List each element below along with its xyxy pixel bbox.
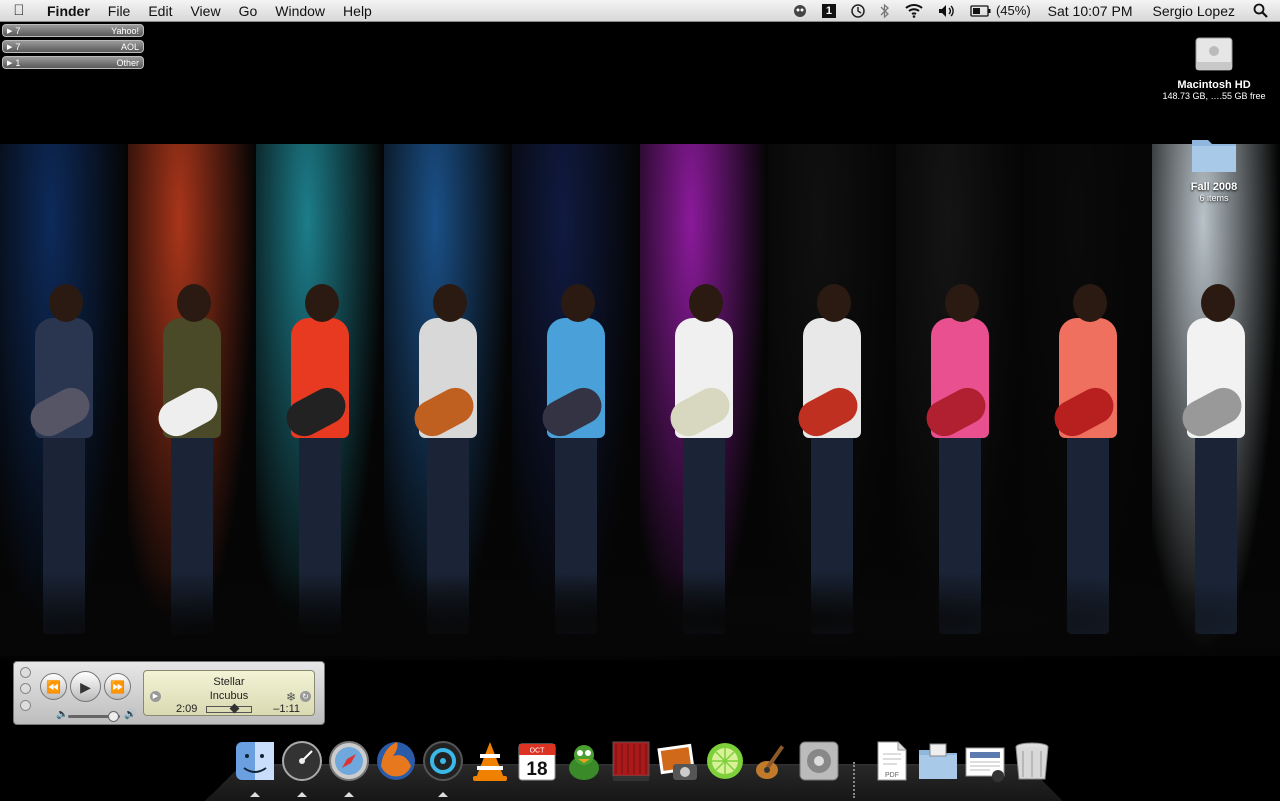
applications-folder-icon[interactable] [915, 738, 961, 784]
rewind-button[interactable]: ⏪ [40, 673, 67, 700]
battery-icon[interactable]: (45%) [963, 0, 1038, 22]
volume-low-icon: 🔈 [56, 709, 69, 720]
spaces-icon[interactable]: 1 [815, 3, 843, 18]
menu-window[interactable]: Window [266, 0, 334, 22]
itunes-mini-player[interactable]: ⏪ ▶ ⏩ 🔈 🔊 ▶ Stellar Incubus ❄ ↻ 2:09 –1:… [13, 661, 325, 725]
front-row-icon[interactable] [608, 738, 654, 784]
folder-icon [1192, 140, 1236, 172]
safari-icon[interactable] [326, 738, 372, 784]
menubar-clock[interactable]: Sat 10:07 PM [1038, 0, 1143, 22]
genius-icon[interactable]: ❄ [286, 690, 296, 704]
volume-high-icon: 🔊 [124, 709, 137, 720]
menubar:  Finder File Edit View Go Window Help 1… [0, 0, 1280, 22]
repeat-icon[interactable]: ↻ [300, 691, 311, 702]
desktop-icon-label: Macintosh HD [1177, 79, 1251, 91]
disclosure-triangle-icon: ▶ [7, 43, 13, 51]
system-preferences-icon[interactable] [796, 738, 842, 784]
mail-account-name: Yahoo! [111, 25, 139, 36]
spotlight-icon[interactable] [1245, 3, 1280, 18]
mail-count: 1 [15, 57, 21, 68]
fast-forward-button[interactable]: ⏩ [104, 673, 131, 700]
garageband-icon[interactable] [749, 738, 795, 784]
menu-view[interactable]: View [181, 0, 229, 22]
desktop-icon-info: 6 items [1199, 193, 1229, 203]
volume-knob[interactable] [108, 711, 120, 722]
desktop-icon-fall-2008[interactable]: Fall 2008 6 items [1150, 132, 1278, 203]
running-indicator [250, 792, 260, 797]
limewire-icon[interactable] [702, 738, 748, 784]
bluetooth-icon[interactable] [873, 3, 897, 19]
adium-icon[interactable] [561, 738, 607, 784]
apple-icon[interactable]:  [0, 2, 38, 19]
minimize-dot-icon[interactable] [20, 683, 31, 694]
menu-finder[interactable]: Finder [38, 0, 99, 22]
mail-account-yahoo[interactable]: ▶ 7 Yahoo! [2, 24, 144, 37]
menu-go[interactable]: Go [230, 0, 267, 22]
finder-icon[interactable] [232, 738, 278, 784]
desktop-icon-macintosh-hd[interactable]: Macintosh HD 148.73 GB, ….55 GB free [1150, 32, 1278, 101]
desktop-icon-label: Fall 2008 [1190, 181, 1238, 193]
disclosure-triangle-icon: ▶ [7, 27, 13, 35]
mail-account-name: AOL [120, 41, 139, 52]
pdf-document-icon[interactable]: PDF [868, 738, 914, 784]
volume-icon[interactable] [931, 4, 963, 18]
remaining-time: –1:11 [273, 703, 300, 715]
iphoto-icon[interactable] [655, 738, 701, 784]
menu-help[interactable]: Help [334, 0, 381, 22]
zoom-dot-icon[interactable] [20, 700, 31, 711]
progress-bar[interactable] [206, 703, 252, 714]
itunes-icon[interactable] [420, 738, 466, 784]
menu-file[interactable]: File [99, 0, 140, 22]
mail-count: 7 [15, 41, 21, 52]
adium-duck-icon[interactable] [785, 3, 815, 19]
running-indicator [297, 792, 307, 797]
spaces-number: 1 [821, 3, 836, 18]
dashboard-icon[interactable] [279, 738, 325, 784]
svg-text:PDF: PDF [885, 772, 899, 779]
close-dot-icon[interactable] [20, 667, 31, 678]
menu-edit[interactable]: Edit [139, 0, 181, 22]
user-menu[interactable]: Sergio Lopez [1142, 0, 1245, 22]
running-indicator [438, 792, 448, 797]
song-title: Stellar [213, 676, 245, 688]
volume-slider[interactable]: 🔈 🔊 [56, 709, 137, 722]
dock: OCT 18 PDF [0, 736, 1280, 800]
mail-account-aol[interactable]: ▶ 7 AOL [2, 40, 144, 53]
battery-percent: (45%) [995, 2, 1031, 18]
time-machine-icon[interactable] [843, 3, 873, 19]
progress-knob[interactable] [229, 703, 240, 714]
wifi-icon[interactable] [897, 3, 931, 18]
hard-drive-icon [1195, 37, 1233, 71]
crowd-silhouette [0, 560, 1280, 660]
mail-account-name: Other [116, 57, 139, 68]
play-button[interactable]: ▶ [70, 671, 101, 702]
disclosure-triangle-icon: ▶ [7, 59, 13, 67]
firefox-icon[interactable] [373, 738, 419, 784]
mail-account-other[interactable]: ▶ 1 Other [2, 56, 144, 69]
now-playing-display: ▶ Stellar Incubus ❄ ↻ 2:09 –1:11 [143, 670, 315, 716]
trash-icon[interactable] [1009, 738, 1055, 784]
elapsed-time: 2:09 [176, 703, 198, 715]
mail-counter-widget: ▶ 7 Yahoo! ▶ 7 AOL ▶ 1 Other [2, 24, 144, 72]
desktop-icon-info: 148.73 GB, ….55 GB free [1162, 91, 1266, 101]
running-indicator [344, 792, 354, 797]
ical-icon[interactable]: OCT 18 [514, 738, 560, 784]
vlc-icon[interactable] [467, 738, 513, 784]
svg-text:OCT: OCT [530, 748, 546, 755]
mail-count: 7 [15, 25, 21, 36]
downloads-stack-icon[interactable] [962, 738, 1008, 784]
svg-text:18: 18 [526, 759, 547, 780]
